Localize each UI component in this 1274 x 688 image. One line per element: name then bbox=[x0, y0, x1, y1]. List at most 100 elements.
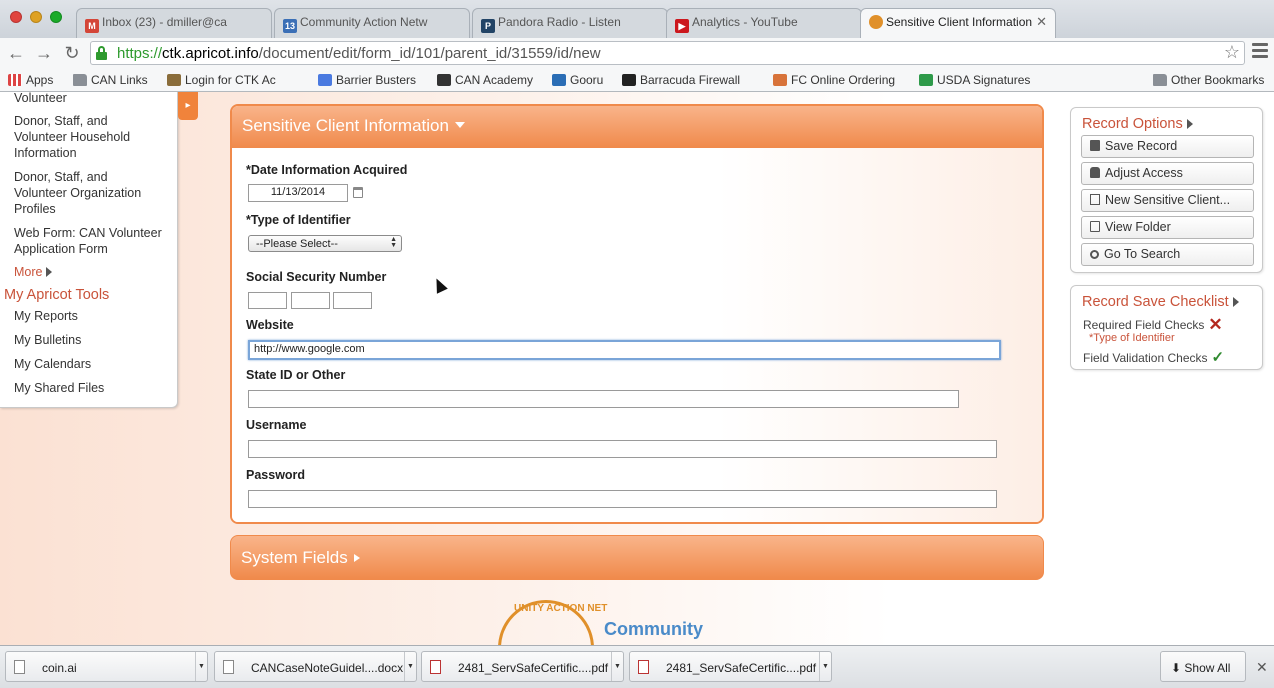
triangle-right-icon bbox=[1232, 297, 1239, 307]
bookmark-icon bbox=[773, 74, 787, 86]
forward-button[interactable]: → bbox=[33, 42, 55, 64]
record-options-title[interactable]: Record Options bbox=[1082, 116, 1193, 132]
download-item[interactable]: 2481_ServSafeCertific....pdf ▼ bbox=[629, 651, 832, 682]
bookmark-star-icon[interactable]: ☆ bbox=[1224, 42, 1240, 63]
download-shelf: coin.ai ▼ CANCaseNoteGuidel....docx ▼ 2481… bbox=[0, 645, 1274, 688]
sidebar-item-volunteer[interactable]: Volunteer bbox=[14, 92, 174, 106]
sidebar-item-my-calendars[interactable]: My Calendars bbox=[14, 357, 91, 371]
apricot-icon bbox=[869, 15, 883, 29]
browser-tab-youtube[interactable]: ▶ Analytics - YouTube bbox=[666, 8, 862, 38]
bookmark-apps[interactable]: Apps bbox=[8, 73, 53, 87]
back-button[interactable]: ← bbox=[5, 42, 27, 64]
view-folder-button[interactable]: View Folder bbox=[1081, 216, 1254, 239]
sidebar-item-web-form[interactable]: Web Form: CAN Volunteer Application Form bbox=[14, 225, 174, 257]
go-to-search-button[interactable]: Go To Search bbox=[1081, 243, 1254, 266]
community-action-logo: UNITY ACTION NET Community bbox=[498, 600, 728, 645]
save-record-button[interactable]: Save Record bbox=[1081, 135, 1254, 158]
download-item[interactable]: CANCaseNoteGuidel....docx ▼ bbox=[214, 651, 417, 682]
username-input[interactable] bbox=[248, 440, 997, 458]
gmail-icon: M bbox=[85, 19, 99, 33]
browser-menu-button[interactable] bbox=[1252, 43, 1268, 61]
download-arrow-icon: ⬇ bbox=[1171, 661, 1185, 675]
bookmark-login-ctk[interactable]: Login for CTK Ac bbox=[167, 73, 276, 87]
my-apricot-tools-heading: My Apricot Tools bbox=[4, 287, 110, 303]
triangle-right-icon bbox=[46, 267, 53, 277]
bookmark-can-academy[interactable]: CAN Academy bbox=[437, 73, 533, 87]
bookmark-gooru[interactable]: Gooru bbox=[552, 73, 603, 87]
date-acquired-label: *Date Information Acquired bbox=[246, 163, 408, 177]
youtube-icon: ▶ bbox=[675, 19, 689, 33]
google-icon bbox=[318, 74, 332, 86]
missing-field-item[interactable]: *Type of Identifier bbox=[1089, 332, 1175, 344]
browser-tab-community-action[interactable]: 13 Community Action Netw bbox=[274, 8, 470, 38]
tab-title: Pandora Radio - Listen bbox=[498, 15, 621, 29]
username-label: Username bbox=[246, 418, 307, 432]
sidebar-item-my-bulletins[interactable]: My Bulletins bbox=[14, 333, 81, 347]
ssn-part1-input[interactable] bbox=[248, 292, 287, 309]
chevron-down-icon[interactable]: ▼ bbox=[195, 652, 207, 681]
section-header[interactable]: Sensitive Client Information bbox=[232, 106, 1042, 148]
chevron-down-icon[interactable]: ▼ bbox=[819, 652, 831, 681]
pdf-icon bbox=[638, 660, 649, 674]
new-sensitive-client-button[interactable]: New Sensitive Client... bbox=[1081, 189, 1254, 212]
browser-tab-strip: M Inbox (23) - dmiller@ca 13 Community Act… bbox=[0, 0, 1274, 38]
sidebar-collapse-button[interactable]: ▸ bbox=[178, 92, 198, 120]
adjust-access-button[interactable]: Adjust Access bbox=[1081, 162, 1254, 185]
identifier-type-select[interactable]: --Please Select-- ▲ ▼ bbox=[248, 235, 402, 252]
record-save-checklist-panel: Record Save Checklist Required Field Che… bbox=[1070, 285, 1263, 370]
browser-tab-sensitive-client[interactable]: Sensitive Client Information ✕ bbox=[860, 8, 1056, 38]
save-icon bbox=[1090, 140, 1100, 151]
file-icon bbox=[223, 660, 234, 674]
sensitive-client-panel: Sensitive Client Information *Date Infor… bbox=[230, 104, 1044, 524]
minimize-window-button[interactable] bbox=[30, 11, 42, 23]
bookmark-can-links[interactable]: CAN Links bbox=[73, 73, 148, 87]
system-fields-header[interactable]: System Fields bbox=[230, 535, 1044, 580]
sheets-icon bbox=[919, 74, 933, 86]
triangle-right-icon: ▸ bbox=[185, 100, 191, 111]
sidebar-item-organization[interactable]: Donor, Staff, and Volunteer Organization… bbox=[14, 169, 154, 217]
sidebar-item-household[interactable]: Donor, Staff, and Volunteer Household In… bbox=[14, 113, 149, 161]
close-shelf-icon[interactable]: ✕ bbox=[1256, 659, 1268, 676]
bookmark-usda[interactable]: USDA Signatures bbox=[919, 73, 1030, 87]
ssn-part3-input[interactable] bbox=[333, 292, 372, 309]
close-window-button[interactable] bbox=[10, 11, 22, 23]
chevron-down-icon[interactable]: ▼ bbox=[404, 652, 416, 681]
record-options-panel: Record Options Save Record Adjust Access… bbox=[1070, 107, 1263, 273]
apps-icon bbox=[8, 74, 22, 86]
triangle-right-icon bbox=[353, 554, 360, 562]
bookmark-barracuda[interactable]: Barracuda Firewall bbox=[622, 73, 740, 87]
sidebar-more-link[interactable]: More bbox=[14, 265, 53, 279]
ssn-part2-input[interactable] bbox=[291, 292, 330, 309]
new-record-icon bbox=[1090, 194, 1100, 205]
field-validation-checks: Field Validation Checks ✓ bbox=[1083, 349, 1225, 366]
show-all-downloads-button[interactable]: ⬇ Show All bbox=[1160, 651, 1246, 682]
browser-tab-gmail[interactable]: M Inbox (23) - dmiller@ca bbox=[76, 8, 272, 38]
bookmark-barrier-busters[interactable]: Barrier Busters bbox=[318, 73, 416, 87]
state-id-input[interactable] bbox=[248, 390, 959, 408]
address-bar[interactable]: https://ctk.apricot.info/document/edit/f… bbox=[90, 41, 1245, 65]
chevron-down-icon[interactable]: ▼ bbox=[611, 652, 623, 681]
lock-icon bbox=[96, 46, 107, 60]
triangle-down-icon bbox=[454, 122, 465, 128]
folder-icon bbox=[1090, 221, 1100, 232]
sidebar-item-my-shared-files[interactable]: My Shared Files bbox=[14, 381, 104, 395]
download-item[interactable]: coin.ai ▼ bbox=[5, 651, 208, 682]
file-icon bbox=[14, 660, 25, 674]
reload-button[interactable]: ↻ bbox=[61, 42, 83, 64]
download-item[interactable]: 2481_ServSafeCertific....pdf ▼ bbox=[421, 651, 624, 682]
close-tab-icon[interactable]: ✕ bbox=[1036, 14, 1047, 30]
checklist-title[interactable]: Record Save Checklist bbox=[1082, 294, 1239, 310]
date-acquired-input[interactable]: 11/13/2014 bbox=[248, 184, 348, 202]
password-input[interactable] bbox=[248, 490, 997, 508]
folder-icon bbox=[73, 74, 87, 86]
bookmarks-bar: Apps CAN Links Login for CTK Ac Barrier … bbox=[0, 68, 1274, 92]
bookmark-other[interactable]: Other Bookmarks bbox=[1153, 73, 1264, 87]
website-input[interactable]: http://www.google.com bbox=[248, 340, 1001, 360]
calendar-icon[interactable] bbox=[353, 187, 363, 198]
bookmark-icon bbox=[552, 74, 566, 86]
lock-icon bbox=[1090, 167, 1100, 178]
browser-tab-pandora[interactable]: P Pandora Radio - Listen bbox=[472, 8, 668, 38]
zoom-window-button[interactable] bbox=[50, 11, 62, 23]
bookmark-fc-online[interactable]: FC Online Ordering bbox=[773, 73, 895, 87]
sidebar-item-my-reports[interactable]: My Reports bbox=[14, 309, 78, 323]
